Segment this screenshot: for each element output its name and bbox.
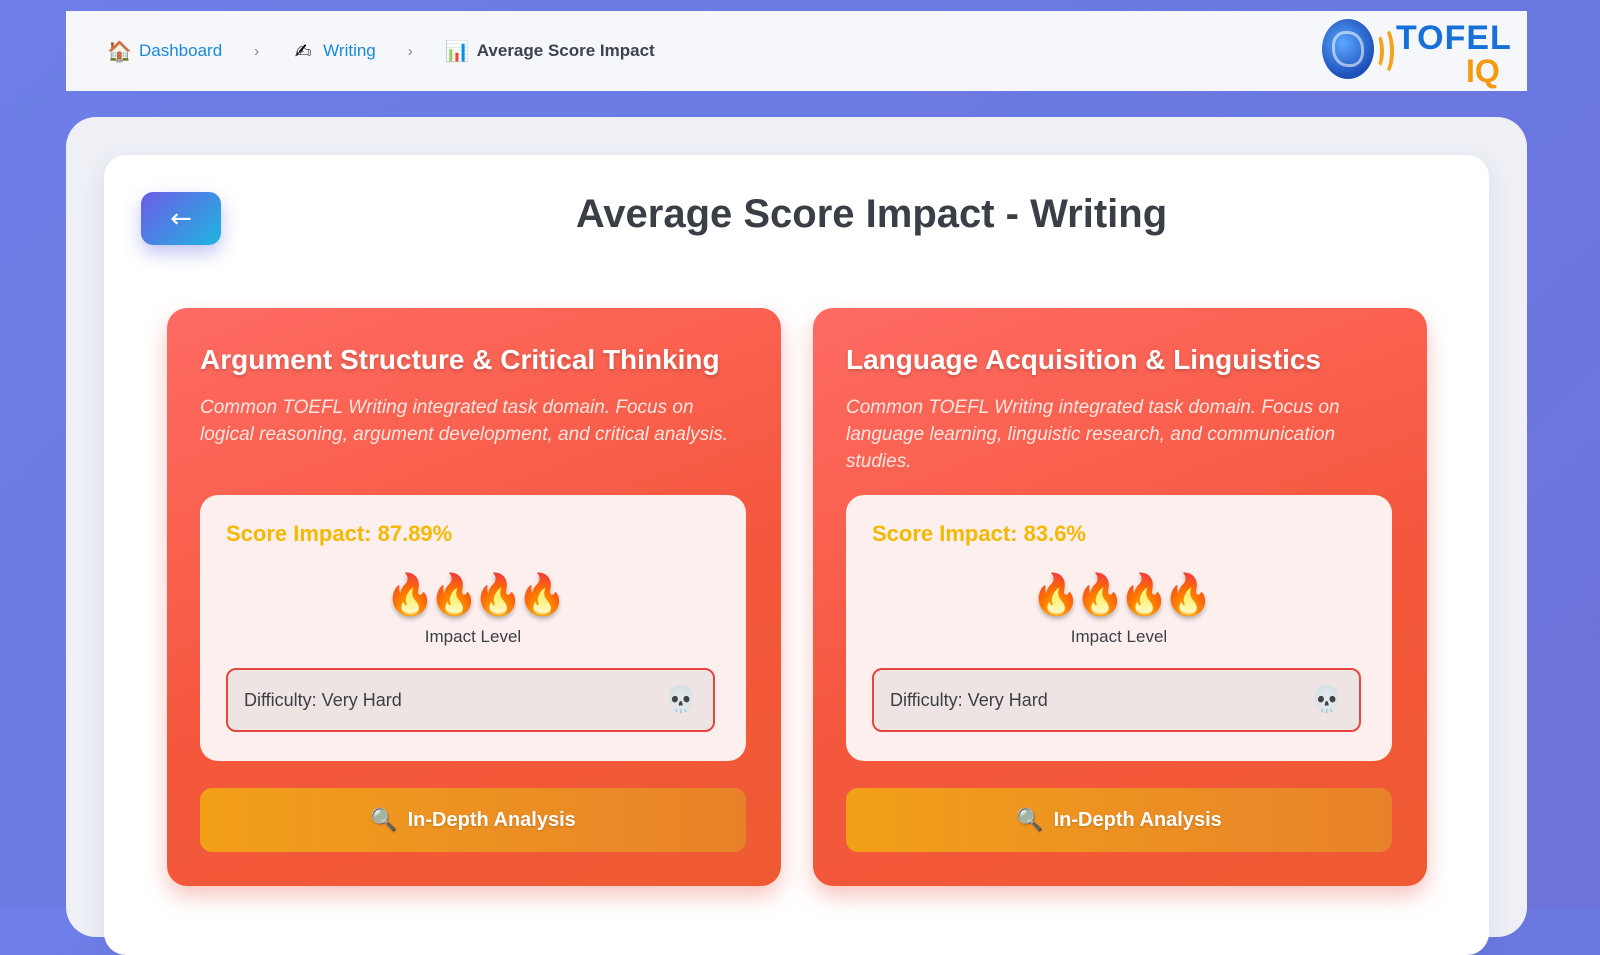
fire-icon: 🔥	[1031, 572, 1083, 618]
fire-icon: 🔥	[517, 572, 569, 618]
fire-icon: 🔥	[1163, 572, 1215, 618]
breadcrumb-item-writing[interactable]: ✍ Writing	[291, 39, 376, 63]
impact-box: Score Impact: 87.89% 🔥🔥🔥🔥 Impact Level D…	[200, 495, 746, 761]
card-description: Common TOEFL Writing integrated task dom…	[200, 397, 729, 445]
skull-icon: 💀	[664, 685, 697, 715]
impact-box: Score Impact: 83.6% 🔥🔥🔥🔥 Impact Level Di…	[846, 495, 1392, 761]
card-description: Common TOEFL Writing integrated task dom…	[846, 397, 1340, 472]
in-depth-analysis-button[interactable]: 🔍 In-Depth Analysis	[846, 788, 1392, 852]
topic-card: Language Acquisition & Linguistics Commo…	[813, 308, 1427, 886]
brain-icon	[1322, 19, 1374, 79]
in-depth-analysis-button[interactable]: 🔍 In-Depth Analysis	[200, 788, 746, 852]
topic-card: Argument Structure & Critical Thinking C…	[167, 308, 781, 886]
skull-icon: 💀	[1310, 685, 1343, 715]
fire-icon: 🔥	[1119, 572, 1171, 618]
fire-icon: 🔥	[1075, 572, 1127, 618]
fire-icon: 🔥	[473, 572, 525, 618]
card-title: Argument Structure & Critical Thinking	[200, 344, 720, 375]
difficulty-badge: Difficulty: Very Hard 💀	[872, 668, 1361, 732]
breadcrumb-current-label: Average Score Impact	[476, 41, 655, 60]
difficulty-badge: Difficulty: Very Hard 💀	[226, 668, 715, 732]
card-title: Language Acquisition & Linguistics	[846, 344, 1321, 375]
breadcrumb-separator: ›	[254, 42, 260, 60]
impact-level-fire-icons: 🔥🔥🔥🔥	[846, 571, 1392, 618]
fire-icon: 🔥	[429, 572, 481, 618]
bar-chart-icon: 📊	[444, 39, 470, 63]
sound-wave-icon	[1374, 26, 1394, 76]
button-label: In-Depth Analysis	[407, 808, 576, 831]
score-impact: Score Impact: 83.6%	[872, 521, 1086, 546]
top-navbar: 🏠 Dashboard › ✍ Writing › 📊 Average Scor…	[66, 11, 1527, 91]
fire-icon: 🔥	[385, 572, 437, 618]
page-title: Average Score Impact - Writing	[575, 192, 1168, 236]
difficulty-text: Difficulty: Very Hard	[890, 689, 1048, 710]
magnifier-icon: 🔍	[370, 807, 398, 833]
breadcrumb: 🏠 Dashboard › ✍ Writing › 📊 Average Scor…	[107, 39, 655, 63]
breadcrumb-item-dashboard[interactable]: 🏠 Dashboard	[107, 39, 222, 63]
breadcrumb-link-dashboard[interactable]: Dashboard	[139, 41, 222, 61]
breadcrumb-link-writing[interactable]: Writing	[323, 41, 376, 61]
logo-text-secondary: IQ	[1466, 53, 1500, 89]
home-icon: 🏠	[107, 39, 132, 63]
pencil-icon: ✍	[294, 39, 312, 63]
breadcrumb-separator: ›	[407, 42, 413, 60]
content-container: ← Average Score Impact - Writing Argumen…	[104, 155, 1489, 955]
breadcrumb-item-current: 📊 Average Score Impact	[445, 39, 655, 63]
magnifier-icon: 🔍	[1016, 807, 1044, 833]
score-impact: Score Impact: 87.89%	[226, 521, 453, 546]
difficulty-text: Difficulty: Very Hard	[244, 689, 402, 710]
impact-level-label: Impact Level	[1070, 627, 1168, 646]
app-logo[interactable]: TOFEL IQ	[1322, 13, 1517, 89]
button-label: In-Depth Analysis	[1053, 808, 1222, 831]
impact-level-label: Impact Level	[424, 627, 522, 646]
impact-level-fire-icons: 🔥🔥🔥🔥	[200, 571, 746, 618]
